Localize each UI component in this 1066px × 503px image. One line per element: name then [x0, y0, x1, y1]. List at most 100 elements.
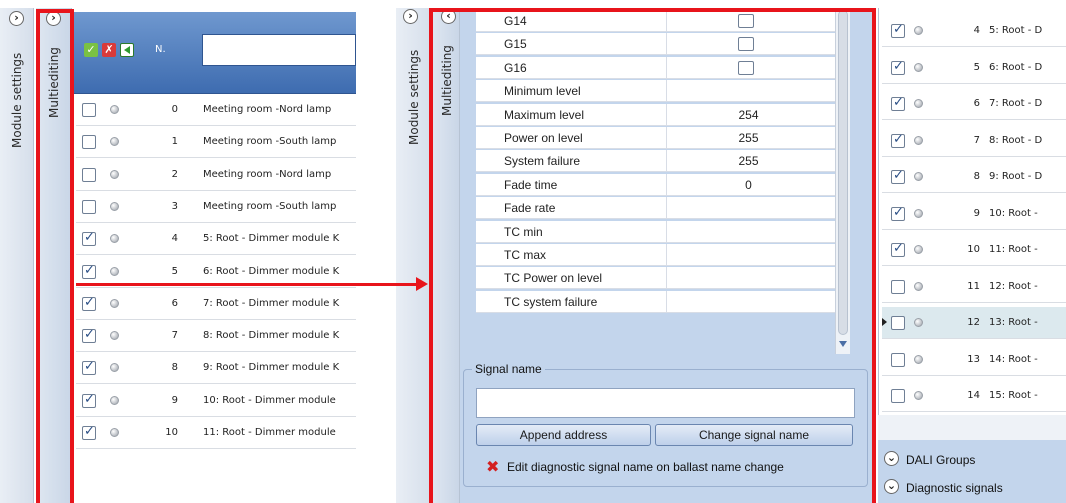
property-row[interactable]: TC min — [476, 220, 835, 243]
dali-groups-label[interactable]: DALI Groups — [906, 453, 975, 467]
property-row[interactable]: System failure 255 — [476, 150, 835, 173]
property-checkbox[interactable] — [738, 14, 754, 28]
table-row[interactable]: 0 Meeting room -Nord lamp — [76, 94, 356, 126]
row-number: 3 — [171, 200, 178, 212]
table-row[interactable]: 4 5: Root - Dimmer module K — [76, 223, 356, 256]
row-name: 8: Root - D — [989, 134, 1043, 146]
signal-name-input[interactable] — [476, 388, 855, 418]
status-led-icon — [914, 245, 923, 254]
property-row[interactable]: G14 — [476, 10, 835, 32]
row-checkbox[interactable] — [891, 205, 905, 221]
status-led-icon — [914, 26, 923, 35]
row-checkbox[interactable] — [891, 389, 905, 403]
property-value[interactable]: 255 — [676, 154, 821, 168]
table-row[interactable]: 10 11: Root - Dimmer module — [76, 417, 356, 449]
table-row[interactable]: 9 10: Root - Dimmer module — [76, 384, 356, 417]
table-row[interactable]: 14 15: Root - — [882, 380, 1066, 412]
table-row[interactable]: 4 5: Root - D — [882, 15, 1066, 47]
row-checkbox[interactable] — [891, 352, 905, 367]
table-row[interactable]: 12 13: Root - — [882, 307, 1066, 339]
table-row[interactable]: 9 10: Root - — [882, 197, 1066, 230]
expand-multiediting-icon[interactable]: › — [46, 11, 61, 26]
table-row[interactable]: 7 8: Root - Dimmer module K — [76, 320, 356, 353]
property-divider — [666, 10, 667, 32]
property-row[interactable]: TC max — [476, 244, 835, 266]
row-checkbox[interactable] — [891, 132, 905, 148]
table-row[interactable]: 5 6: Root - D — [882, 51, 1066, 84]
row-number: 11 — [967, 280, 980, 292]
row-checkbox[interactable] — [891, 241, 905, 257]
row-number: 0 — [171, 104, 178, 115]
invert-selection-icon[interactable] — [120, 43, 134, 57]
property-row[interactable]: G16 — [476, 56, 835, 79]
status-led-icon — [110, 395, 119, 405]
row-checkbox[interactable] — [82, 327, 96, 344]
table-row[interactable]: 13 14: Root - — [882, 343, 1066, 376]
edit-diag-checkbox-icon[interactable]: ✖ — [486, 459, 500, 475]
highlight-selected-rows — [76, 283, 366, 286]
table-row[interactable]: 7 8: Root - D — [882, 124, 1066, 157]
row-checkbox[interactable] — [82, 135, 96, 150]
property-value[interactable]: 254 — [676, 108, 821, 122]
property-row[interactable]: Maximum level 254 — [476, 103, 835, 126]
table-row[interactable]: 3 Meeting room -South lamp — [76, 190, 356, 223]
table-row[interactable]: 10 11: Root - — [882, 234, 1066, 266]
row-checkbox[interactable] — [891, 59, 905, 75]
property-scrollbar[interactable] — [835, 8, 850, 354]
property-checkbox[interactable] — [738, 60, 754, 75]
row-checkbox[interactable] — [82, 263, 96, 279]
row-checkbox[interactable] — [891, 279, 905, 294]
expand-module-settings-icon-2[interactable]: › — [403, 9, 418, 24]
grid-filter-input[interactable] — [202, 34, 356, 66]
table-row[interactable]: 1 Meeting room -South lamp — [76, 126, 356, 159]
property-row[interactable]: TC Power on level — [476, 267, 835, 290]
expand-module-settings-icon[interactable]: › — [9, 11, 24, 26]
property-checkbox[interactable] — [738, 37, 754, 52]
property-row[interactable]: Fade rate — [476, 197, 835, 220]
row-checkbox[interactable] — [82, 359, 96, 376]
row-checkbox[interactable] — [82, 199, 96, 214]
row-checkbox[interactable] — [82, 392, 96, 408]
property-row[interactable]: Power on level 255 — [476, 127, 835, 149]
row-checkbox[interactable] — [82, 230, 96, 247]
table-row[interactable]: 6 7: Root - D — [882, 88, 1066, 120]
row-checkbox[interactable] — [82, 424, 96, 440]
change-signal-name-button[interactable]: Change signal name — [655, 424, 853, 446]
property-row[interactable]: G15 — [476, 33, 835, 56]
row-name: 8: Root - Dimmer module K — [203, 330, 340, 342]
row-checkbox[interactable] — [891, 22, 905, 38]
select-all-icon[interactable]: ✓ — [84, 43, 98, 57]
property-value[interactable]: 0 — [676, 178, 821, 192]
table-row[interactable]: 6 7: Root - Dimmer module K — [76, 287, 356, 320]
table-row[interactable]: 2 Meeting room -Nord lamp — [76, 158, 356, 191]
table-row[interactable]: 8 9: Root - Dimmer module K — [76, 352, 356, 385]
row-checkbox[interactable] — [82, 103, 96, 117]
highlight-arrow-head-icon — [416, 277, 428, 291]
row-checkbox[interactable] — [891, 95, 905, 111]
row-checkbox[interactable] — [891, 316, 905, 330]
row-name: 15: Root - — [989, 390, 1038, 401]
append-address-button[interactable]: Append address — [476, 424, 651, 446]
row-number: 8 — [171, 362, 178, 374]
row-name: 10: Root - Dimmer module — [203, 394, 336, 406]
deselect-all-icon[interactable]: ✗ — [102, 43, 116, 57]
row-number: 6 — [171, 297, 178, 309]
property-row[interactable]: Fade time 0 — [476, 173, 835, 196]
property-row[interactable]: Minimum level — [476, 80, 835, 103]
table-row[interactable]: 8 9: Root - D — [882, 161, 1066, 193]
diagnostic-signals-label[interactable]: Diagnostic signals — [906, 481, 1003, 495]
row-checkbox[interactable] — [891, 168, 905, 184]
row-number: 7 — [171, 330, 178, 342]
property-divider — [666, 290, 667, 313]
dali-groups-expand-icon[interactable]: ⌄ — [884, 451, 899, 466]
multiediting-label-2: Multiediting — [440, 45, 454, 116]
column-header-number[interactable]: N. — [155, 44, 166, 55]
diagnostic-signals-expand-icon[interactable]: ⌄ — [884, 479, 899, 494]
table-row[interactable]: 11 12: Root - — [882, 270, 1066, 303]
scroll-down-icon[interactable] — [839, 341, 847, 347]
row-checkbox[interactable] — [82, 167, 96, 182]
property-value[interactable]: 255 — [676, 131, 821, 145]
property-row[interactable]: TC system failure — [476, 290, 835, 313]
scrollbar-thumb[interactable] — [838, 10, 848, 335]
row-checkbox[interactable] — [82, 295, 96, 311]
